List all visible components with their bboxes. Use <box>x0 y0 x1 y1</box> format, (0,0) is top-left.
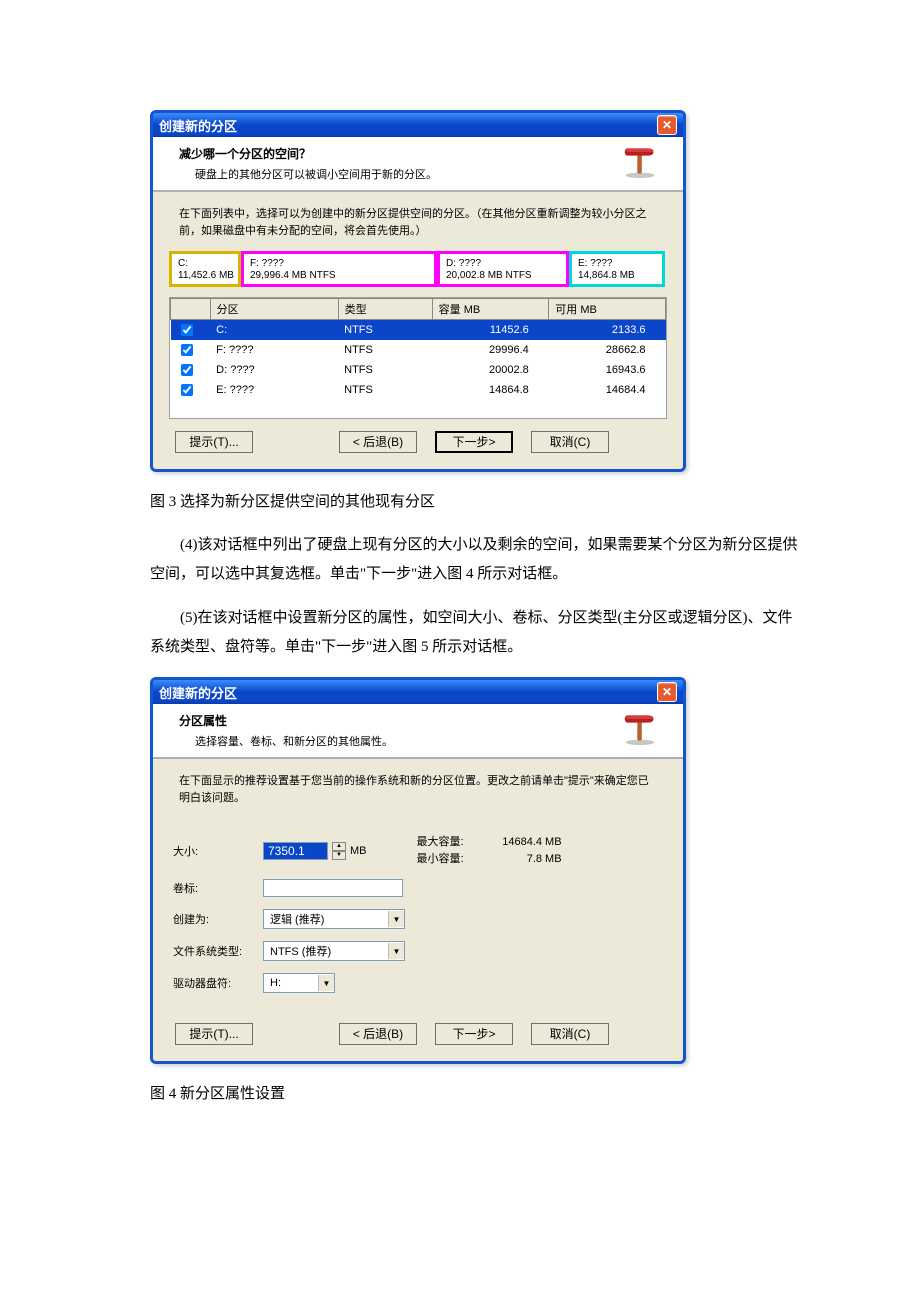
back-button[interactable]: < 后退(B) <box>339 431 417 453</box>
header-subtext: 硬盘上的其他分区可以被调小空间用于新的分区。 <box>195 166 437 182</box>
fs-type-label: 文件系统类型: <box>173 943 263 959</box>
cancel-button[interactable]: 取消(C) <box>531 431 609 453</box>
back-button[interactable]: < 后退(B) <box>339 1023 417 1045</box>
button-row: 提示(T)... < 后退(B) 下一步> 取消(C) <box>153 1011 683 1061</box>
header-question: 减少哪一个分区的空间？ <box>179 145 437 162</box>
capacity-info: 最大容量:14684.4 MB 最小容量:7.8 MB <box>417 834 562 867</box>
titlebar[interactable]: 创建新的分区 ✕ <box>153 680 683 704</box>
create-as-dropdown[interactable]: 逻辑 (推荐) ▼ <box>263 909 405 929</box>
chevron-down-icon[interactable]: ▼ <box>318 975 334 991</box>
tips-button[interactable]: 提示(T)... <box>175 1023 253 1045</box>
chevron-down-icon[interactable]: ▼ <box>332 851 346 860</box>
drive-letter-label: 驱动器盘符: <box>173 975 263 991</box>
header-subtext: 选择容量、卷标、和新分区的其他属性。 <box>195 733 393 749</box>
col-available: 可用 MB <box>549 299 666 320</box>
size-label: 大小: <box>173 843 263 859</box>
tips-button[interactable]: 提示(T)... <box>175 431 253 453</box>
create-as-label: 创建为: <box>173 911 263 927</box>
volume-input[interactable] <box>263 879 403 897</box>
chevron-down-icon[interactable]: ▼ <box>388 943 404 959</box>
table-row[interactable]: D: ???? NTFS 20002.8 16943.6 <box>171 360 666 380</box>
header-question: 分区属性 <box>179 712 393 729</box>
col-type: 类型 <box>338 299 432 320</box>
window-title: 创建新的分区 <box>159 683 237 702</box>
instruction-text: 在下面显示的推荐设置基于您当前的操作系统和新的分区位置。更改之前请单击"提示"来… <box>153 759 683 816</box>
table-row[interactable]: E: ???? NTFS 14864.8 14684.4 <box>171 380 666 400</box>
chevron-down-icon[interactable]: ▼ <box>388 911 404 927</box>
next-button[interactable]: 下一步> <box>435 431 513 453</box>
window-title: 创建新的分区 <box>159 116 237 135</box>
paragraph-5: (5)在该对话框中设置新分区的属性，如空间大小、卷标、分区类型(主分区或逻辑分区… <box>150 604 800 661</box>
partition-box-c: C: 11,452.6 MB <box>169 251 241 287</box>
size-unit: MB <box>350 845 367 857</box>
table-row[interactable]: F: ???? NTFS 29996.4 28662.8 <box>171 340 666 360</box>
size-spinner[interactable]: ▲ ▼ <box>332 842 346 860</box>
partition-size-bar: C: 11,452.6 MB F: ???? 29,996.4 MB NTFS … <box>169 251 667 287</box>
size-input[interactable]: 7350.1 <box>263 842 328 860</box>
button-row: 提示(T)... < 后退(B) 下一步> 取消(C) <box>153 419 683 469</box>
paragraph-4: (4)该对话框中列出了硬盘上现有分区的大小以及剩余的空间，如果需要某个分区为新分… <box>150 531 800 588</box>
row-checkbox[interactable] <box>181 324 193 336</box>
partition-box-e: E: ???? 14,864.8 MB <box>569 251 665 287</box>
close-icon[interactable]: ✕ <box>657 682 677 702</box>
hammer-icon <box>617 710 663 749</box>
figure-caption-4: 图 4 新分区属性设置 <box>150 1082 800 1103</box>
titlebar[interactable]: 创建新的分区 ✕ <box>153 113 683 137</box>
partition-box-d: D: ???? 20,002.8 MB NTFS <box>437 251 569 287</box>
table-header-row: 分区 类型 容量 MB 可用 MB <box>171 299 666 320</box>
dialog-create-partition-step4: 创建新的分区 ✕ 分区属性 选择容量、卷标、和新分区的其他属性。 在 <box>150 677 686 1064</box>
col-partition: 分区 <box>210 299 338 320</box>
col-capacity: 容量 MB <box>432 299 549 320</box>
cancel-button[interactable]: 取消(C) <box>531 1023 609 1045</box>
instruction-text: 在下面列表中，选择可以为创建中的新分区提供空间的分区。（在其他分区重新调整为较小… <box>153 192 683 249</box>
drive-letter-dropdown[interactable]: H: ▼ <box>263 973 335 993</box>
fs-type-dropdown[interactable]: NTFS (推荐) ▼ <box>263 941 405 961</box>
close-icon[interactable]: ✕ <box>657 115 677 135</box>
hammer-icon <box>617 143 663 182</box>
row-checkbox[interactable] <box>181 364 193 376</box>
partition-table[interactable]: 分区 类型 容量 MB 可用 MB C: NTFS 11452.6 2133.6 <box>169 297 667 419</box>
figure-caption-3: 图 3 选择为新分区提供空间的其他现有分区 <box>150 490 800 511</box>
table-row[interactable]: C: NTFS 11452.6 2133.6 <box>171 320 666 341</box>
chevron-up-icon[interactable]: ▲ <box>332 842 346 851</box>
row-checkbox[interactable] <box>181 344 193 356</box>
next-button[interactable]: 下一步> <box>435 1023 513 1045</box>
volume-label: 卷标: <box>173 880 263 896</box>
dialog-create-partition-step3: 创建新的分区 ✕ 减少哪一个分区的空间？ 硬盘上的其他分区可以被调小空间用于新的… <box>150 110 686 472</box>
row-checkbox[interactable] <box>181 384 193 396</box>
partition-box-f: F: ???? 29,996.4 MB NTFS <box>241 251 437 287</box>
